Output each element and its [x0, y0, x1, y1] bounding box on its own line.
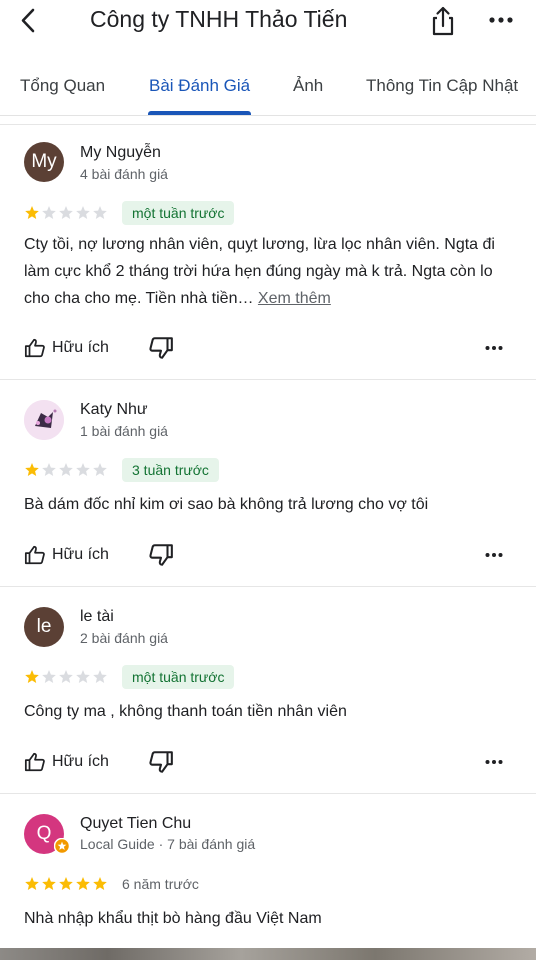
- thumbs-down-icon: [149, 544, 173, 566]
- back-button[interactable]: [14, 6, 44, 36]
- star-empty-icon: [59, 670, 73, 683]
- review-date: 6 năm trước: [122, 876, 199, 892]
- helpful-label: Hữu ích: [52, 753, 109, 770]
- profile-photo-icon: [24, 400, 64, 440]
- divider: [0, 379, 536, 380]
- star-empty-icon: [76, 670, 90, 683]
- local-guide-badge-icon: [54, 838, 70, 854]
- more-horizontal-icon: [485, 760, 503, 764]
- review-text: Bà dám đốc nhỉ kim ơi sao bà không trả l…: [24, 496, 429, 513]
- review-date-badge: 3 tuần trước: [122, 458, 219, 482]
- helpful-button[interactable]: Hữu ích: [24, 747, 109, 777]
- review-author[interactable]: Quyet Tien Chu: [80, 815, 191, 833]
- star-filled-icon: [25, 206, 39, 219]
- share-button[interactable]: [428, 5, 458, 37]
- star-filled-icon: [93, 877, 107, 890]
- divider: [0, 124, 536, 125]
- thumbs-up-icon: [24, 338, 45, 358]
- divider: [0, 793, 536, 794]
- review-actions: Hữu ích: [24, 747, 514, 777]
- star-filled-icon: [25, 463, 39, 476]
- not-helpful-button[interactable]: [148, 749, 174, 775]
- star-empty-icon: [59, 206, 73, 219]
- review-more-button[interactable]: [484, 337, 504, 359]
- review-text: Công ty ma , không thanh toán tiền nhân …: [24, 703, 347, 720]
- not-helpful-button[interactable]: [148, 335, 174, 361]
- star-filled-icon: [25, 670, 39, 683]
- more-horizontal-icon: [489, 17, 513, 23]
- helpful-button[interactable]: Hữu ích: [24, 333, 109, 363]
- avatar[interactable]: le: [24, 607, 64, 647]
- star-empty-icon: [76, 206, 90, 219]
- star-empty-icon: [59, 463, 73, 476]
- review-more-button[interactable]: [484, 751, 504, 773]
- tab-updates[interactable]: Thông Tin Cập Nhật: [366, 76, 518, 96]
- review-meta: 2 bài đánh giá: [80, 630, 168, 646]
- helpful-label: Hữu ích: [52, 546, 109, 563]
- star-empty-icon: [93, 463, 107, 476]
- review-meta: 1 bài đánh giá: [80, 423, 168, 439]
- star-filled-icon: [76, 877, 90, 890]
- star-empty-icon: [76, 463, 90, 476]
- star-filled-icon: [25, 877, 39, 890]
- thumbs-up-icon: [24, 545, 45, 565]
- share-icon: [432, 6, 454, 36]
- thumbs-down-icon: [149, 751, 173, 773]
- avatar[interactable]: [24, 400, 64, 440]
- star-rating: [24, 669, 108, 685]
- star-empty-icon: [93, 206, 107, 219]
- tab-photos[interactable]: Ảnh: [293, 76, 323, 96]
- star-rating: [24, 205, 108, 221]
- star-empty-icon: [93, 670, 107, 683]
- star-empty-icon: [42, 463, 56, 476]
- star-rating: [24, 462, 108, 478]
- star-filled-icon: [59, 877, 73, 890]
- review-more-button[interactable]: [484, 544, 504, 566]
- see-more-link[interactable]: Xem thêm: [258, 290, 331, 307]
- avatar[interactable]: My: [24, 142, 64, 182]
- review-author[interactable]: Katy Như: [80, 401, 148, 419]
- active-tab-indicator: [148, 111, 251, 115]
- tab-overview[interactable]: Tổng Quan: [20, 76, 105, 96]
- thumbs-down-icon: [149, 337, 173, 359]
- star-filled-icon: [42, 877, 56, 890]
- tab-bar: Tổng Quan Bài Đánh Giá Ảnh Thông Tin Cập…: [0, 60, 536, 116]
- review-meta: 4 bài đánh giá: [80, 166, 168, 182]
- not-helpful-button[interactable]: [148, 542, 174, 568]
- review-date-badge: một tuần trước: [122, 665, 235, 689]
- helpful-label: Hữu ích: [52, 339, 109, 356]
- review-text: Cty tồi, nợ lương nhân viên, quỵt lương,…: [24, 231, 514, 312]
- review-author[interactable]: le tài: [80, 608, 114, 626]
- page-title: Công ty TNHH Thảo Tiến: [90, 6, 348, 32]
- star-rating: [24, 876, 108, 892]
- review-meta: Local Guide · 7 bài đánh giá: [80, 836, 256, 852]
- review-date-badge: một tuần trước: [122, 201, 235, 225]
- more-horizontal-icon: [485, 553, 503, 557]
- review-actions: Hữu ích: [24, 333, 514, 363]
- divider: [0, 586, 536, 587]
- top-app-bar: Công ty TNHH Thảo Tiến: [0, 0, 536, 42]
- star-empty-icon: [42, 206, 56, 219]
- star-empty-icon: [42, 670, 56, 683]
- review-author[interactable]: My Nguyễn: [80, 144, 161, 162]
- more-options-button[interactable]: [486, 8, 516, 32]
- thumbs-up-icon: [24, 752, 45, 772]
- review-photo-thumbnail[interactable]: [0, 948, 536, 960]
- more-horizontal-icon: [485, 346, 503, 350]
- tab-reviews[interactable]: Bài Đánh Giá: [149, 76, 250, 96]
- helpful-button[interactable]: Hữu ích: [24, 540, 109, 570]
- back-arrow-icon: [21, 8, 35, 33]
- review-text: Nhà nhập khẩu thịt bò hàng đầu Việt Nam: [24, 910, 322, 927]
- review-actions: Hữu ích: [24, 540, 514, 570]
